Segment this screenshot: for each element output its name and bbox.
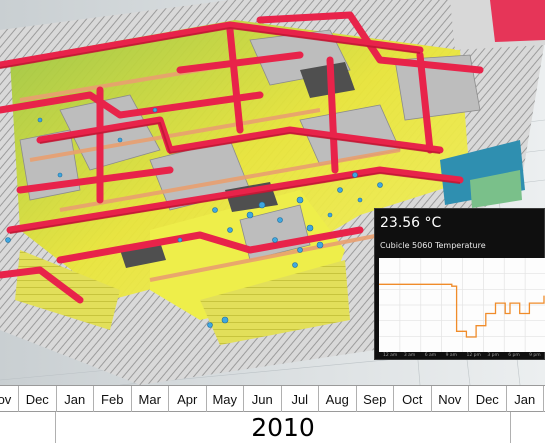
month-jul-8[interactable]: Jul [282, 386, 319, 412]
temperature-line-chart [379, 258, 545, 352]
temperature-plot [379, 258, 545, 352]
month-apr-5[interactable]: Apr [169, 386, 207, 412]
time-tick-label: 12 pm [466, 353, 481, 358]
sensor-value: 23.56 °C [380, 215, 442, 231]
month-aug-9[interactable]: Aug [319, 386, 357, 412]
month-nov-0[interactable]: Nov [0, 386, 19, 412]
sensor-tooltip: 23.56 °C Cubicle 5060 Temperature 12 am 3… [374, 208, 545, 360]
time-tick-label: 9 pm [529, 353, 541, 358]
time-tick-label: 6 am [424, 353, 437, 358]
month-jun-7[interactable]: Jun [244, 386, 282, 412]
month-jan-14[interactable]: Jan [507, 386, 544, 412]
month-feb-3[interactable]: Feb [94, 386, 132, 412]
month-dec-13[interactable]: Dec [469, 386, 507, 412]
month-oct-11[interactable]: Oct [394, 386, 432, 412]
month-row: NovDecJanFebMarAprMayJunJulAugSepOctNovD… [0, 385, 545, 412]
year-row: 2010 [0, 412, 545, 443]
month-mar-4[interactable]: Mar [132, 386, 169, 412]
time-tick-label: 3 am [403, 353, 416, 358]
month-dec-1[interactable]: Dec [19, 386, 57, 412]
time-axis: 12 am 3 am 6 am 9 am 12 pm 3 pm 6 pm 9 pm [379, 353, 545, 361]
year-cell-prev[interactable] [0, 412, 56, 443]
month-sep-10[interactable]: Sep [357, 386, 394, 412]
temperature-series-line [379, 283, 545, 338]
year-label: 2010 [251, 413, 315, 442]
sensor-label: Cubicle 5060 Temperature [380, 241, 486, 250]
month-nov-12[interactable]: Nov [432, 386, 469, 412]
timeline[interactable]: NovDecJanFebMarAprMayJunJulAugSepOctNovD… [0, 385, 545, 443]
month-may-6[interactable]: May [207, 386, 244, 412]
time-tick-label: 6 pm [508, 353, 520, 358]
time-tick-label: 12 am [383, 353, 398, 358]
time-tick-label: 9 am [445, 353, 458, 358]
month-jan-2[interactable]: Jan [57, 386, 94, 412]
time-tick-label: 3 pm [487, 353, 499, 358]
